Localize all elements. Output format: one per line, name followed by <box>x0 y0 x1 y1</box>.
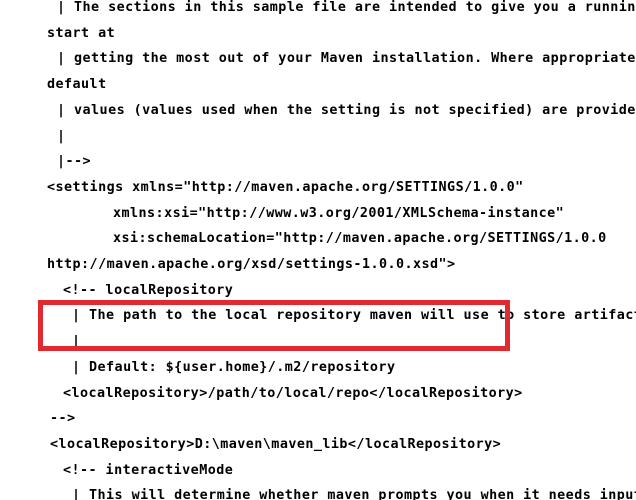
code-listing[interactable]: | The sections in this sample file are i… <box>0 0 636 500</box>
code-line: xsi:schemaLocation="http://maven.apache.… <box>113 231 607 247</box>
code-line: | The path to the local repository maven… <box>72 308 636 324</box>
code-line: |--> <box>57 154 92 170</box>
code-line: <!-- localRepository <box>63 282 234 298</box>
code-line: <localRepository>/path/to/local/repo</lo… <box>63 385 523 401</box>
code-line: start at <box>47 25 116 41</box>
code-line: <!-- interactiveMode <box>63 462 234 478</box>
code-line: default <box>47 77 107 93</box>
code-line: | The sections in this sample file are i… <box>57 0 636 15</box>
code-line: xmlns:xsi="http://www.w3.org/2001/XMLSch… <box>113 205 565 221</box>
code-line: <localRepository>D:\maven\maven_lib</loc… <box>50 436 502 452</box>
code-line: --> <box>50 411 76 427</box>
code-line: | getting the most out of your Maven ins… <box>57 51 636 67</box>
screenshot-root: | The sections in this sample file are i… <box>0 0 636 500</box>
code-line: | This will determine whether maven prom… <box>72 488 636 500</box>
code-line: | values (values used when the setting i… <box>57 102 636 118</box>
code-line: | <box>57 128 66 144</box>
code-line: | <box>72 334 81 350</box>
code-line: http://maven.apache.org/xsd/settings-1.0… <box>47 257 456 272</box>
code-line: <settings xmlns="http://maven.apache.org… <box>47 179 524 195</box>
code-line: | Default: ${user.home}/.m2/repository <box>72 359 396 375</box>
